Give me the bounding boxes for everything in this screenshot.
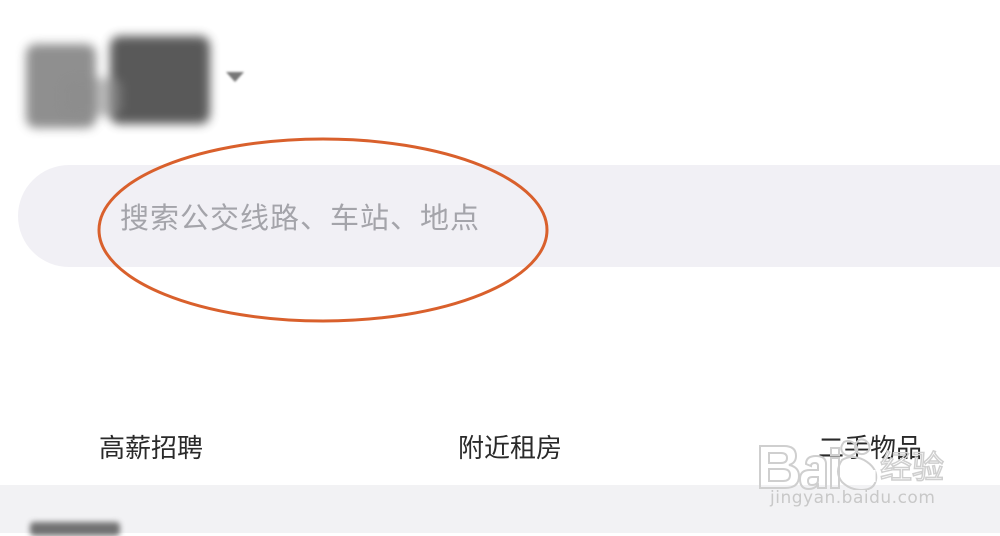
baidu-jingyan-logo: du 经验	[759, 438, 945, 490]
svg-text:du: du	[846, 463, 877, 488]
shortcut-nearby-rentals[interactable]: 附近租房	[458, 428, 562, 465]
baidu-jingyan-watermark: du 经验 jingyan.baidu.com	[756, 438, 952, 512]
search-placeholder: 搜索公交线路、车站、地点	[120, 201, 481, 235]
city-selector[interactable]	[22, 28, 254, 128]
watermark-url: jingyan.baidu.com	[770, 488, 936, 508]
redacted-city-name	[62, 78, 122, 116]
search-bar[interactable]: 搜索公交线路、车站、地点	[18, 165, 1000, 267]
redacted-section-title	[30, 522, 120, 536]
svg-text:经验: 经验	[880, 448, 944, 486]
caret-down-icon	[226, 72, 244, 82]
shortcut-high-salary-jobs[interactable]: 高薪招聘	[99, 428, 203, 465]
redacted-city-name	[110, 36, 210, 124]
